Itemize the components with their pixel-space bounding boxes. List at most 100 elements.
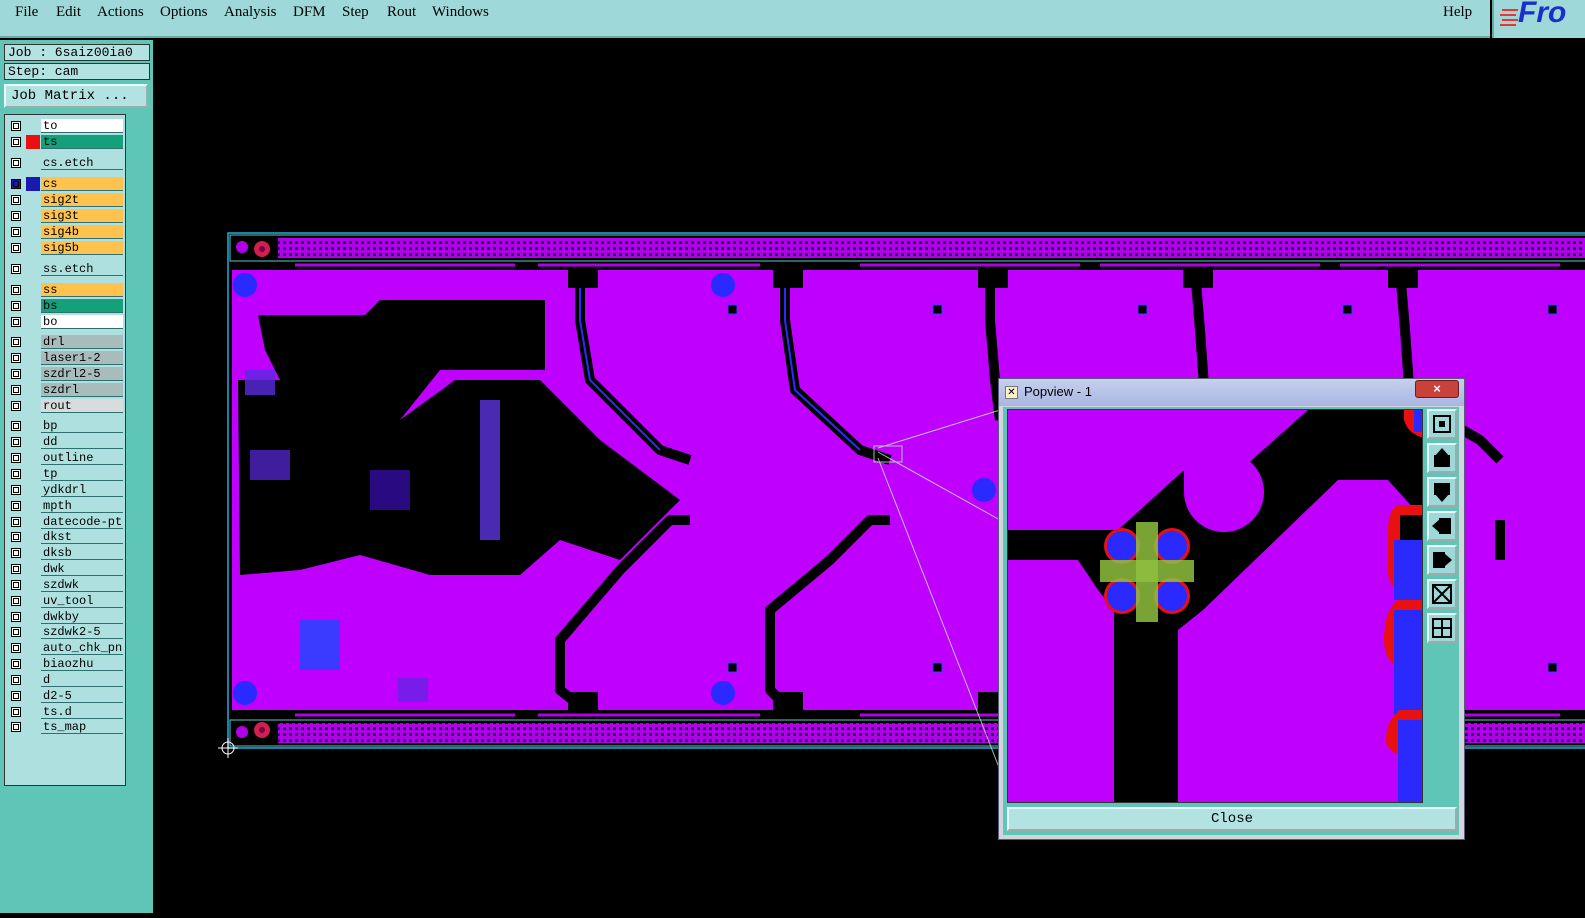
layer-row-ts.d[interactable]: ts.d [5,705,125,719]
layer-name[interactable]: uv_tool [41,594,123,608]
layer-checkbox[interactable] [11,532,21,542]
zoom-out-icon[interactable] [1427,613,1457,643]
layer-name[interactable]: mpth [41,499,123,513]
layer-color-swatch[interactable] [26,156,40,170]
layer-row-dd[interactable]: dd [5,435,125,449]
layer-color-swatch[interactable] [26,451,40,465]
layer-checkbox[interactable] [11,627,21,637]
layer-color-swatch[interactable] [26,399,40,413]
layer-row-drl[interactable]: drl [5,335,125,349]
layer-checkbox[interactable] [11,227,21,237]
layer-checkbox[interactable] [11,564,21,574]
layer-name[interactable]: d2-5 [41,689,123,703]
layer-checkbox[interactable] [11,675,21,685]
layer-checkbox[interactable] [11,596,21,606]
layer-row-sig2t[interactable]: sig2t [5,193,125,207]
layer-name[interactable]: bp [41,419,123,433]
zoom-in-icon[interactable] [1427,579,1457,609]
layer-name[interactable]: szdwk2-5 [41,625,123,639]
layer-name[interactable]: dksb [41,546,123,560]
menu-step[interactable]: Step [342,4,369,21]
layer-color-swatch[interactable] [26,209,40,223]
menu-rout[interactable]: Rout [387,4,416,21]
layer-color-swatch[interactable] [26,546,40,560]
layer-name[interactable]: tp [41,467,123,481]
layer-name[interactable]: to [41,119,123,133]
menu-options[interactable]: Options [160,4,208,21]
layer-row-to[interactable]: to [5,119,125,133]
layer-checkbox[interactable] [11,264,21,274]
layer-color-swatch[interactable] [26,562,40,576]
layer-checkbox[interactable] [11,137,21,147]
layer-color-swatch[interactable] [26,225,40,239]
layer-checkbox[interactable] [11,179,21,189]
layer-checkbox[interactable] [11,659,21,669]
layer-name[interactable]: ss.etch [41,262,123,276]
layer-name[interactable]: cs.etch [41,156,123,170]
layer-checkbox[interactable] [11,285,21,295]
layer-row-cs[interactable]: cs [5,177,125,191]
layer-color-swatch[interactable] [26,367,40,381]
layer-checkbox[interactable] [11,453,21,463]
layer-name[interactable]: sig2t [41,193,123,207]
close-button[interactable]: Close [1007,807,1457,831]
layer-color-swatch[interactable] [26,483,40,497]
layer-row-ss[interactable]: ss [5,283,125,297]
layer-checkbox[interactable] [11,580,21,590]
layer-checkbox[interactable] [11,517,21,527]
layer-row-sig3t[interactable]: sig3t [5,209,125,223]
layer-checkbox[interactable] [11,243,21,253]
layer-checkbox[interactable] [11,691,21,701]
layer-row-ts_map[interactable]: ts_map [5,720,125,734]
layer-name[interactable]: ydkdrl [41,483,123,497]
layer-color-swatch[interactable] [26,299,40,313]
layer-name[interactable]: szdwk [41,578,123,592]
layer-checkbox[interactable] [11,643,21,653]
layer-name[interactable]: cs [41,177,123,191]
layer-color-swatch[interactable] [26,499,40,513]
layer-name[interactable]: sig4b [41,225,123,239]
layer-checkbox[interactable] [11,707,21,717]
layer-row-outline[interactable]: outline [5,451,125,465]
pan-right-icon[interactable] [1427,545,1457,575]
layer-color-swatch[interactable] [26,720,40,734]
layer-name[interactable]: dwk [41,562,123,576]
layer-row-cs.etch[interactable]: cs.etch [5,156,125,170]
layer-checkbox[interactable] [11,485,21,495]
layer-name[interactable]: bo [41,315,123,329]
pan-up-icon[interactable] [1427,443,1457,473]
layer-checkbox[interactable] [11,437,21,447]
zoom-fit-icon[interactable] [1427,409,1457,439]
layer-name[interactable]: ts_map [41,720,123,734]
layer-row-uv_tool[interactable]: uv_tool [5,594,125,608]
layer-row-szdwk[interactable]: szdwk [5,578,125,592]
layer-checkbox[interactable] [11,469,21,479]
layer-color-swatch[interactable] [26,657,40,671]
layer-row-d2-5[interactable]: d2-5 [5,689,125,703]
layer-row-ts[interactable]: ts [5,135,125,149]
layer-checkbox[interactable] [11,421,21,431]
layer-name[interactable]: ts.d [41,705,123,719]
menu-file[interactable]: File [15,4,38,21]
layer-checkbox[interactable] [11,369,21,379]
layer-name[interactable]: rout [41,399,123,413]
layer-color-swatch[interactable] [26,641,40,655]
layer-row-d[interactable]: d [5,673,125,687]
menu-analysis[interactable]: Analysis [224,4,277,21]
layer-checkbox[interactable] [11,501,21,511]
layer-color-swatch[interactable] [26,351,40,365]
layer-color-swatch[interactable] [26,625,40,639]
menu-edit[interactable]: Edit [56,4,81,21]
layer-color-swatch[interactable] [26,705,40,719]
pan-down-icon[interactable] [1427,477,1457,507]
layer-checkbox[interactable] [11,401,21,411]
layer-name[interactable]: ts [41,135,123,149]
menu-windows[interactable]: Windows [432,4,489,21]
layer-color-swatch[interactable] [26,435,40,449]
layer-row-szdwk2-5[interactable]: szdwk2-5 [5,625,125,639]
menu-help[interactable]: Help [1443,4,1472,21]
layer-color-swatch[interactable] [26,193,40,207]
layer-checkbox[interactable] [11,353,21,363]
layer-name[interactable]: sig5b [41,241,123,255]
layer-name[interactable]: laser1-2 [41,351,123,365]
